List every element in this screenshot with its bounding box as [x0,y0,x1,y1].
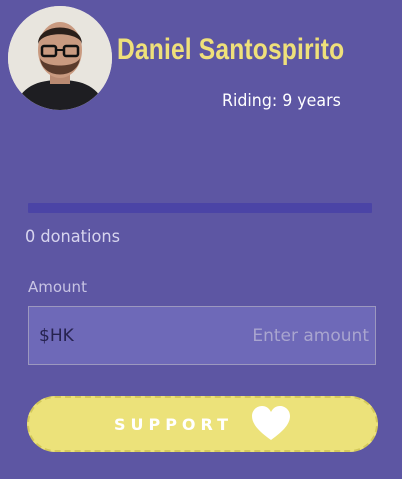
avatar [8,6,112,110]
support-label: SUPPORT [113,414,234,434]
donation-card: Daniel Santospirito Riding: 9 years 0 do… [0,0,402,479]
amount-label: Amount [28,278,87,296]
donation-count: 0 donations [25,227,121,247]
support-button[interactable]: SUPPORT [27,396,378,452]
amount-field[interactable]: $HK [28,306,376,365]
currency-label: $HK [39,326,74,346]
donation-progress-bar [28,203,372,213]
heart-icon [252,406,291,440]
riding-duration: Riding: 9 years [222,91,341,111]
amount-input[interactable] [189,321,375,351]
rider-name: Daniel Santospirito [117,33,345,66]
